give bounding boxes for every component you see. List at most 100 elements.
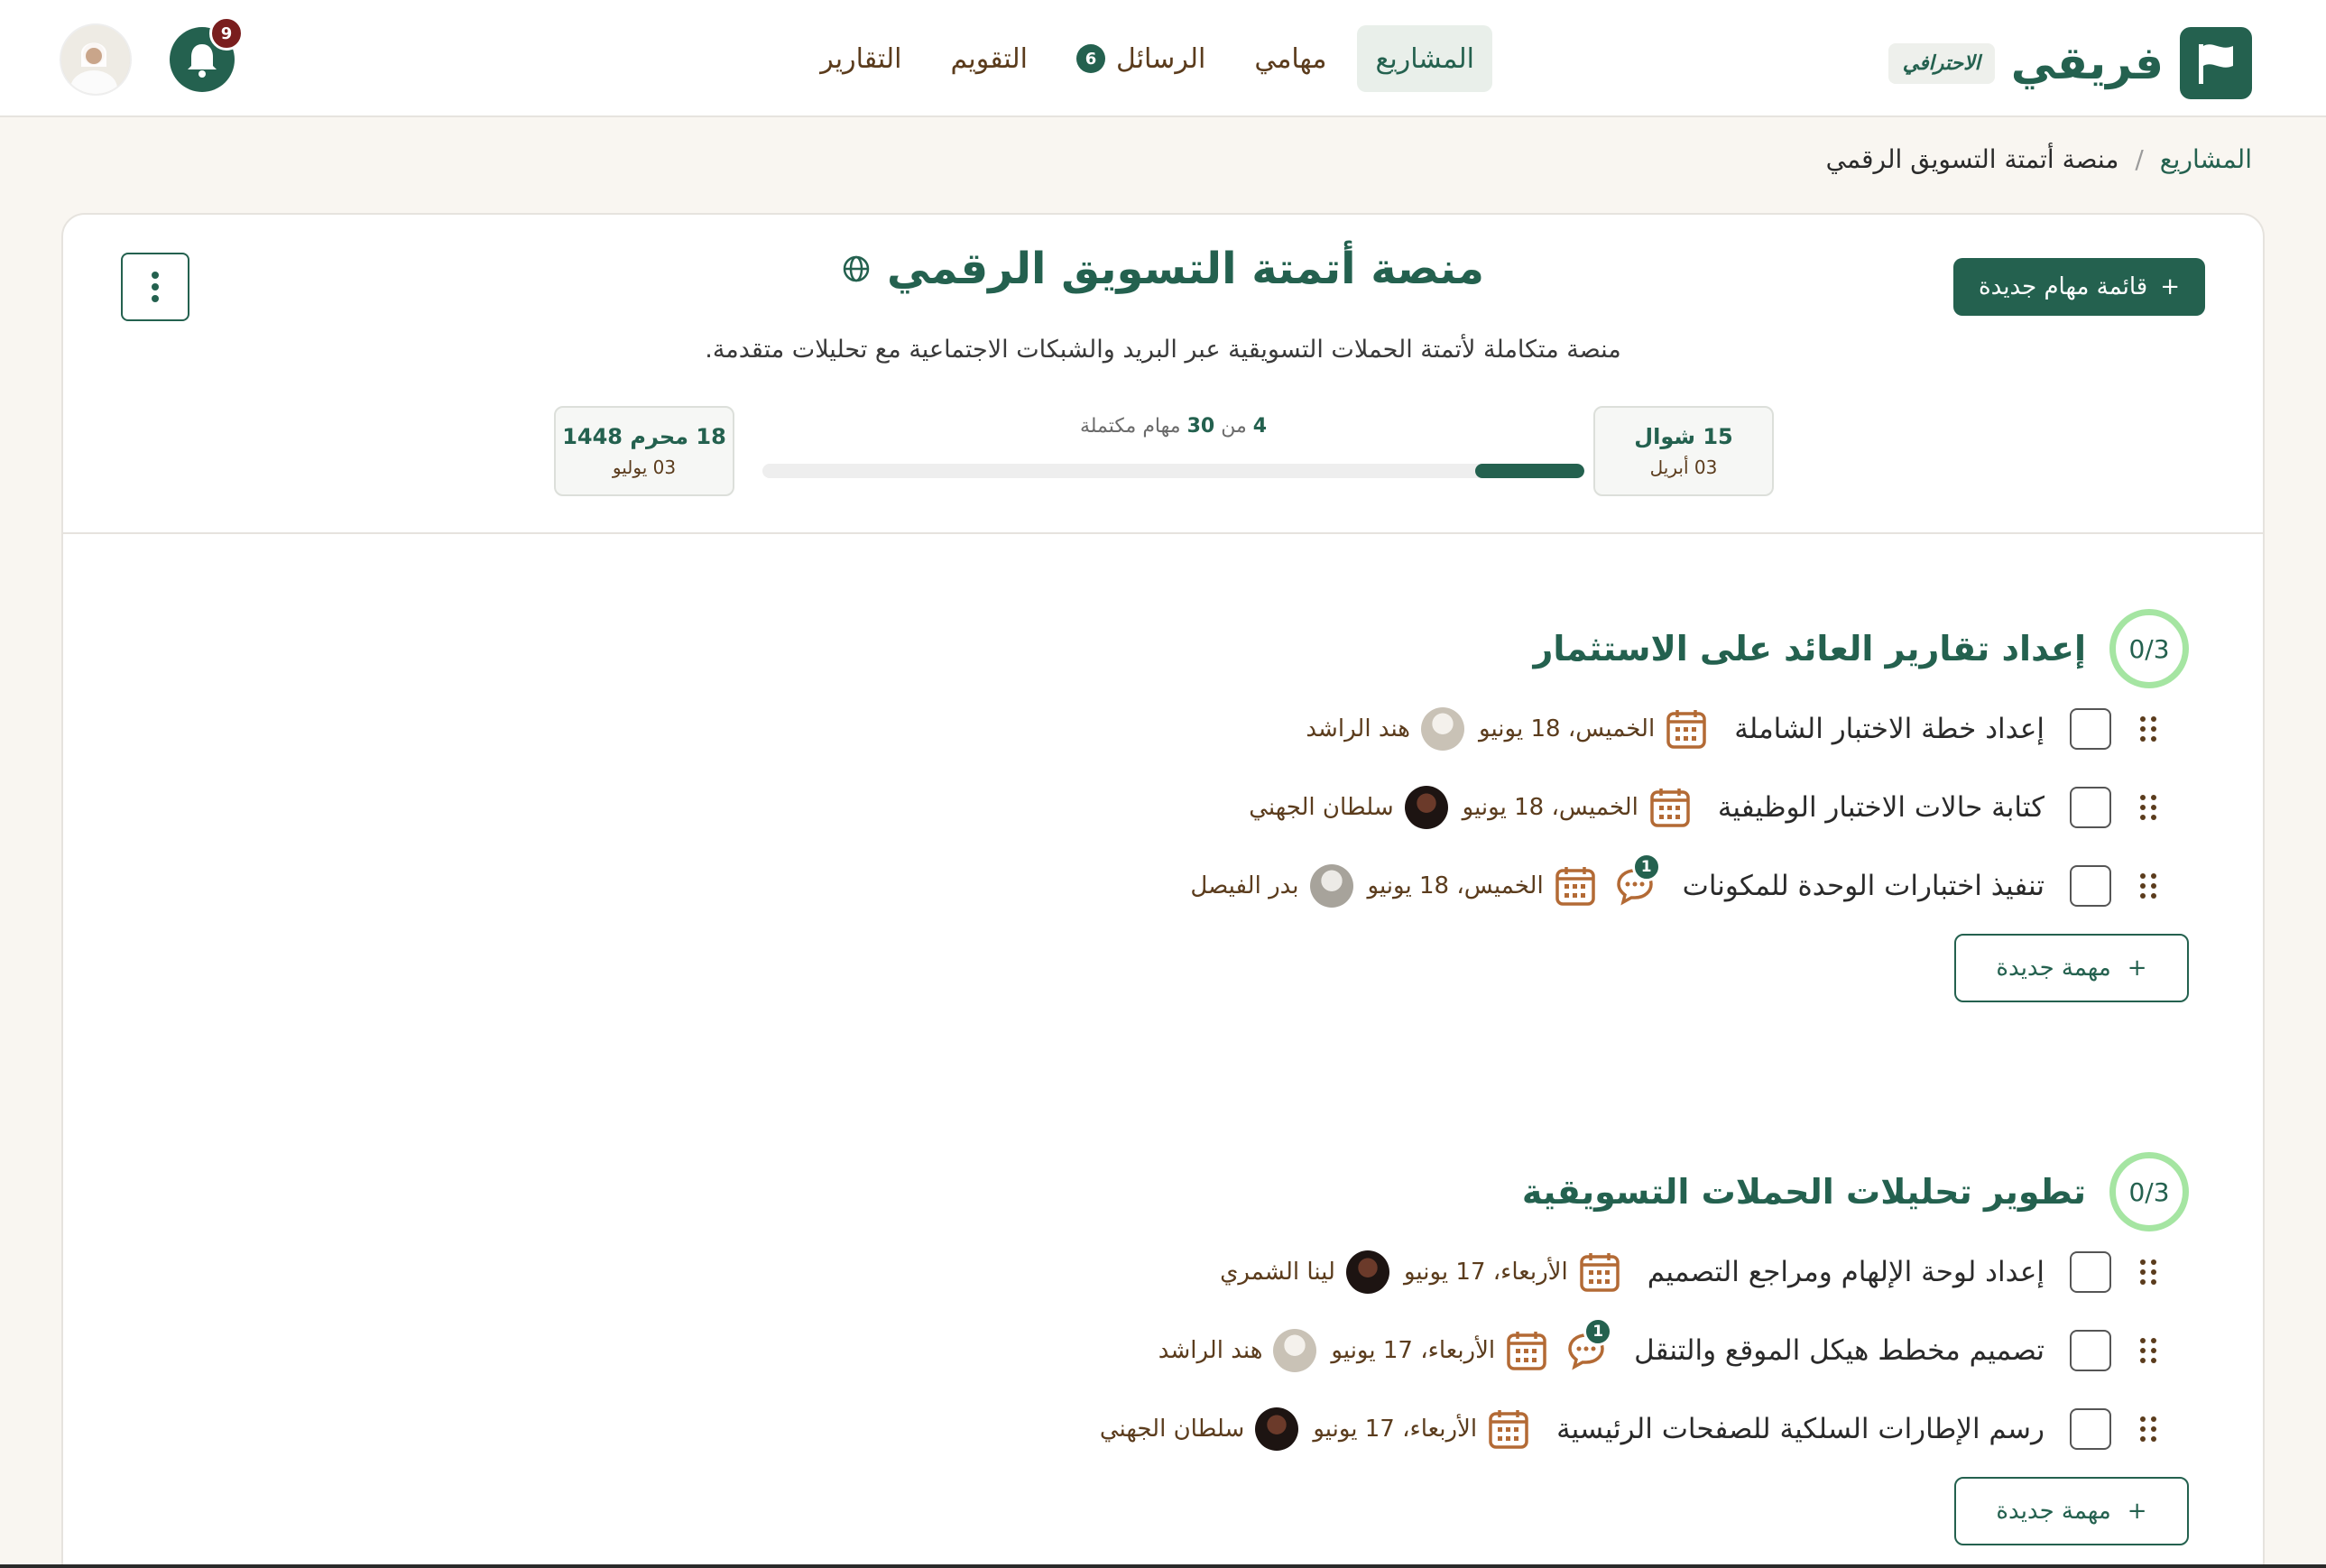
drag-handle-icon[interactable] [2138, 1416, 2156, 1442]
task-list-header: 0/3 إعداد تقارير العائد على الاستثمار [709, 608, 2189, 689]
nav-label: التقارير [820, 42, 902, 75]
nav-projects[interactable]: المشاريع [1357, 25, 1492, 92]
task-name[interactable]: إعداد لوحة الإلهام ومراجع التصميم [1648, 1256, 2044, 1288]
progress-track [762, 464, 1584, 478]
window-bottom-edge [0, 1564, 2326, 1568]
calendar-icon[interactable] [1649, 787, 1691, 828]
task-name[interactable]: رسم الإطارات السلكية للصفحات الرئيسية [1556, 1413, 2044, 1445]
task-list-progress-ring: 0/3 [2109, 1152, 2189, 1231]
comments-button[interactable]: 1 [1565, 1316, 1613, 1371]
start-date-box: 15 شوال 03 أبريل [1593, 406, 1774, 496]
task-name[interactable]: تصميم مخطط هيكل الموقع والتنقل [1634, 1334, 2044, 1367]
calendar-icon[interactable] [1666, 708, 1707, 750]
brand-name: فريقي [2010, 37, 2164, 89]
notification-count-badge: 9 [209, 16, 244, 51]
task-checkbox[interactable] [2070, 864, 2111, 907]
project-title-row: منصة أتمتة التسويق الرقمي [63, 244, 2263, 294]
task-due-date: الأربعاء، 17 يونيو [1403, 1258, 1568, 1286]
drag-handle-icon[interactable] [2138, 1259, 2156, 1285]
calendar-icon[interactable] [1488, 1408, 1529, 1450]
comments-button[interactable]: 1 [1614, 852, 1661, 907]
comment-count-badge: 1 [1583, 1316, 1613, 1346]
progress-label: 4 من 30 مهام مكتملة [762, 415, 1584, 438]
task-due-date: الأربعاء، 17 يونيو [1313, 1415, 1478, 1443]
task-row: كتابة حالات الاختبار الوظيفية الخميس، 18… [709, 768, 2189, 846]
new-task-button[interactable]: + مهمة جديدة [1954, 1477, 2189, 1545]
user-avatar[interactable] [60, 23, 132, 96]
task-row: تنفيذ اختبارات الوحدة للمكونات 1 الخميس،… [709, 846, 2189, 925]
calendar-icon[interactable] [1579, 1251, 1620, 1293]
task-assignee: بدر الفيصل [1190, 872, 1299, 899]
task-assignee: هند الراشد [1306, 715, 1411, 742]
assignee-avatar [1421, 706, 1465, 751]
calendar-icon[interactable] [1506, 1330, 1547, 1371]
task-name[interactable]: تنفيذ اختبارات الوحدة للمكونات [1683, 870, 2044, 902]
task-due-date: الأربعاء، 17 يونيو [1331, 1336, 1496, 1364]
messages-count-badge: 6 [1075, 44, 1105, 73]
nav-reports[interactable]: التقارير [802, 25, 919, 92]
new-task-label: مهمة جديدة [1996, 1498, 2111, 1525]
progress-total-count: 30 [1186, 415, 1215, 438]
user-photo-icon [61, 25, 130, 94]
project-header: + قائمة مهام جديدة منصة أتمتة التسويق ال… [63, 215, 2263, 534]
assignee-avatar [1404, 785, 1448, 829]
progress-of: من [1221, 415, 1247, 438]
task-checkbox[interactable] [2070, 707, 2111, 750]
task-name[interactable]: كتابة حالات الاختبار الوظيفية [1718, 791, 2044, 824]
end-date-box: 18 محرم 1448 03 يوليو [554, 406, 734, 496]
nav-label: مهامي [1254, 42, 1327, 75]
nav-label: الرسائل [1115, 42, 1206, 75]
task-row: إعداد خطة الاختبار الشاملة الخميس، 18 يو… [709, 689, 2189, 768]
task-checkbox[interactable] [2070, 1407, 2111, 1450]
start-date-gregorian: 03 أبريل [1649, 457, 1718, 478]
kebab-menu-icon [152, 272, 159, 302]
progress-done-count: 4 [1252, 415, 1268, 438]
breadcrumb-current: منصة أتمتة التسويق الرقمي [1825, 144, 2119, 174]
task-due-date: الخميس، 18 يونيو [1462, 793, 1638, 821]
task-checkbox[interactable] [2070, 786, 2111, 828]
end-date-gregorian: 03 يوليو [612, 457, 677, 478]
task-list-section: 0/3 إعداد تقارير العائد على الاستثمار إع… [709, 608, 2189, 1002]
drag-handle-icon[interactable] [2138, 1337, 2156, 1363]
task-list-title[interactable]: تطوير تحليلات الحملات التسويقية [1522, 1172, 2086, 1212]
flag-icon [2180, 27, 2252, 99]
task-assignee: لينا الشمري [1220, 1258, 1335, 1286]
calendar-icon[interactable] [1555, 865, 1596, 907]
task-assignee: هند الراشد [1158, 1336, 1263, 1364]
project-progress: 4 من 30 مهام مكتملة [762, 415, 1584, 487]
drag-handle-icon[interactable] [2138, 794, 2156, 820]
notifications-button[interactable]: 9 [170, 16, 244, 92]
project-title: منصة أتمتة التسويق الرقمي [887, 244, 1485, 294]
task-due-date: الخميس، 18 يونيو [1367, 872, 1544, 899]
task-list-title[interactable]: إعداد تقارير العائد على الاستثمار [1533, 629, 2086, 669]
nav-label: التقويم [950, 42, 1028, 75]
nav-calendar[interactable]: التقويم [932, 25, 1046, 92]
assignee-avatar [1345, 1250, 1389, 1294]
assignee-avatar [1273, 1328, 1317, 1372]
globe-icon [843, 255, 870, 282]
task-name[interactable]: إعداد خطة الاختبار الشاملة [1734, 713, 2044, 745]
main-nav: المشاريع مهامي الرسائل 6 التقويم التقاري… [802, 25, 1492, 92]
top-bar: فريقي الاحترافي المشاريع مهامي الرسائل 6… [0, 0, 2326, 117]
drag-handle-icon[interactable] [2138, 715, 2156, 742]
breadcrumb-root[interactable]: المشاريع [2160, 144, 2252, 174]
nav-label: المشاريع [1375, 42, 1474, 75]
brand[interactable]: فريقي الاحترافي [1888, 25, 2252, 101]
start-date-hijri: 15 شوال [1634, 424, 1733, 449]
task-due-date: الخميس، 18 يونيو [1479, 715, 1656, 742]
brand-badge: الاحترافي [1888, 42, 1995, 84]
task-checkbox[interactable] [2070, 1250, 2111, 1293]
nav-messages[interactable]: الرسائل 6 [1058, 25, 1223, 92]
drag-handle-icon[interactable] [2138, 872, 2156, 899]
task-checkbox[interactable] [2070, 1329, 2111, 1371]
more-options-button[interactable] [121, 253, 189, 321]
new-task-button[interactable]: + مهمة جديدة [1954, 934, 2189, 1002]
project-card: + قائمة مهام جديدة منصة أتمتة التسويق ال… [61, 213, 2265, 1568]
task-row: تصميم مخطط هيكل الموقع والتنقل 1 الأربعا… [709, 1311, 2189, 1389]
task-assignee: سلطان الجهني [1099, 1415, 1245, 1443]
task-list-section: 0/3 تطوير تحليلات الحملات التسويقية إعدا… [709, 1151, 2189, 1545]
comment-count-badge: 1 [1631, 852, 1661, 881]
assignee-avatar [1309, 863, 1353, 908]
task-row: رسم الإطارات السلكية للصفحات الرئيسية ال… [709, 1389, 2189, 1468]
nav-my-tasks[interactable]: مهامي [1236, 25, 1344, 92]
